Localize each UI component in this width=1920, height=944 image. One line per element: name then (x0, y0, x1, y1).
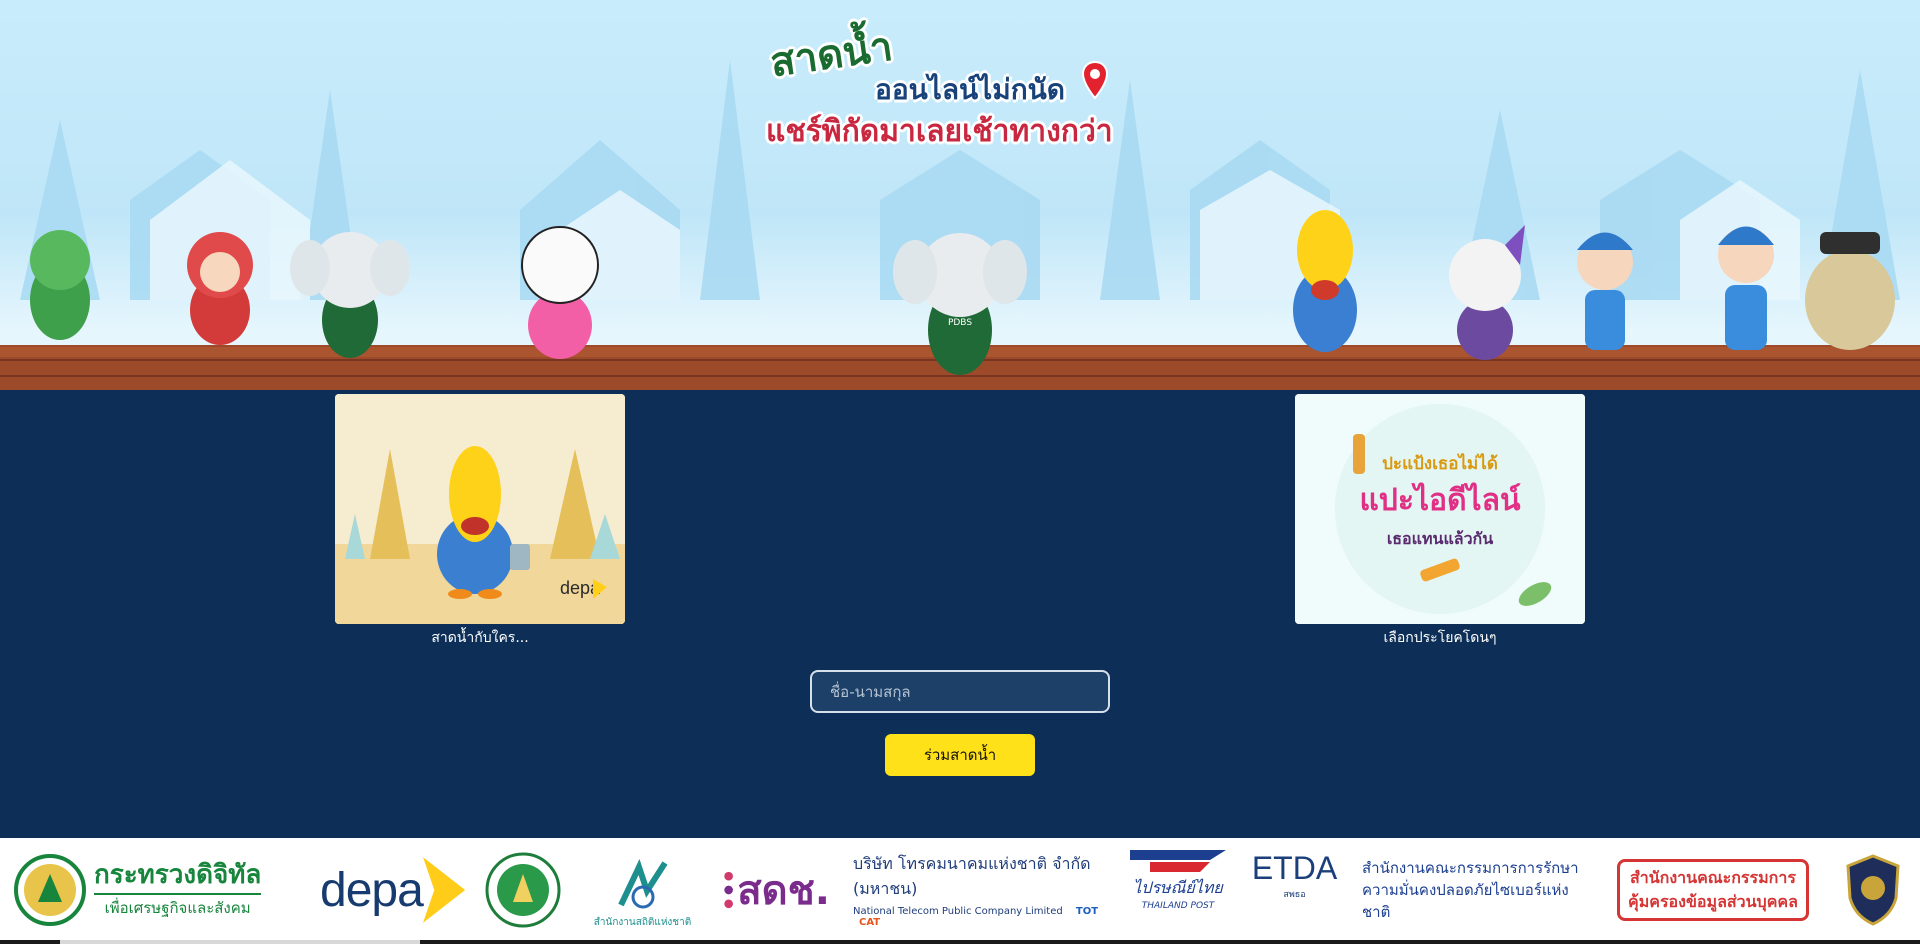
pdpc-line-1: สำนักงานคณะกรรมการ (1629, 868, 1796, 887)
police-shield-icon (1846, 854, 1900, 926)
tsri-wordmark: สดช. (737, 868, 830, 914)
title-line-3: แชร์พิกัดมาเลยเช้าทางกว่า (766, 114, 1113, 149)
royal-irrigation-seal (485, 850, 565, 930)
svg-text:เธอแทนแล้วกัน: เธอแทนแล้วกัน (1387, 529, 1493, 548)
nt-name-english: National Telecom Public Company Limited … (853, 906, 1103, 928)
choose-phrase-caption: เลือกประโยคโดนๆ (1383, 630, 1497, 646)
national-telecom-logo: บริษัท โทรคมนาคมแห่งชาติ จำกัด (มหาชน) N… (853, 850, 1103, 930)
mascot-yellow-duck (1293, 210, 1357, 352)
thailand-post-logo: ไปรษณีย์ไทย THAILAND POST (1128, 850, 1228, 930)
full-name-input[interactable] (810, 670, 1110, 713)
mdes-subtitle: เพื่อเศรษฐกิจและสังคม (94, 893, 262, 920)
choose-phrase-card[interactable]: ปะแป้งเธอไม่ได้ แปะไอดีไลน์ เธอแทนแล้วกั… (1295, 394, 1585, 624)
mdes-name: กระทรวงดิจิทัล (94, 860, 262, 890)
choose-friend-card[interactable]: depa (335, 394, 625, 624)
thailand-post-stripes-icon (1130, 850, 1226, 872)
partner-logo-footer: กระทรวงดิจิทัล เพื่อเศรษฐกิจและสังคม dep… (0, 838, 1920, 944)
etda-wordmark: ETDA (1251, 850, 1338, 886)
depa-wordmark: depa (320, 863, 424, 917)
mascot-green-character (30, 230, 90, 340)
mdes-logo: กระทรวงดิจิทัล เพื่อเศรษฐกิจและสังคม (14, 850, 299, 930)
location-pin-icon (1082, 60, 1108, 100)
mascot-bear (521, 226, 599, 359)
nso-logo: สำนักงานสถิติแห่งชาติ (585, 850, 700, 930)
nt-name-thai: บริษัท โทรคมนาคมแห่งชาติ จำกัด (มหาชน) (853, 854, 1091, 898)
pdpc-logo: สำนักงานคณะกรรมการ คุ้มครองข้อมูลส่วนบุค… (1617, 850, 1822, 930)
mdes-emblem-icon (14, 854, 86, 926)
duck-temple-illustration: depa (335, 394, 625, 624)
cyber-police-badge (1846, 850, 1902, 930)
cat-label: CAT (859, 917, 881, 928)
phrase-illustration: ปะแป้งเธอไม่ได้ แปะไอดีไลน์ เธอแทนแล้วกั… (1295, 394, 1585, 624)
mascot-elephant-left (290, 232, 410, 358)
tot-label: TOT (1075, 906, 1099, 917)
tsri-logo: สดช. (720, 850, 830, 930)
etda-logo: ETDA สพธอ (1252, 850, 1337, 930)
ncsa-logo: สำนักงานคณะกรรมการการรักษา ความมั่นคงปลอ… (1362, 850, 1592, 930)
event-title-artwork: สาดน้ำ ออนไลน์ไม่กนัด แชร์พิกัดมาเลยเช้า… (760, 8, 1120, 149)
post-name-thai: ไปรษณีย์ไทย (1133, 878, 1223, 897)
join-water-splash-button[interactable]: ร่วมสาดน้ำ (885, 734, 1035, 776)
seal-icon (485, 852, 561, 928)
etda-subtitle: สพธอ (1283, 890, 1306, 900)
footer-bottom-bar (0, 940, 1920, 944)
depa-logo: depa (320, 850, 465, 930)
depa-arrow-icon (422, 857, 465, 923)
choose-friend-caption: สาดน้ำกับใคร... (431, 630, 529, 646)
title-line-2: ออนไลน์ไม่กนัด (875, 73, 1065, 106)
svg-text:ปะแป้งเธอไม่ได้: ปะแป้งเธอไม่ได้ (1382, 453, 1498, 474)
post-name-english: THAILAND POST (1141, 901, 1215, 911)
nt-name-english-text: National Telecom Public Company Limited (853, 906, 1063, 917)
nso-name: สำนักงานสถิติแห่งชาติ (593, 917, 692, 928)
svg-text:แปะไอดีไลน์: แปะไอดีไลน์ (1359, 482, 1521, 518)
mascot-cat (1449, 225, 1525, 360)
header-banner: PDBS สาดน้ำ ออนไลน์ไม่กนัด แชร์พิกัดมาเล… (0, 0, 1920, 390)
mascot-red-helmet-character (187, 232, 253, 345)
pdpc-line-2: คุ้มครองข้อมูลส่วนบุคคล (1628, 892, 1798, 911)
svg-text:PDBS: PDBS (948, 318, 972, 328)
tsri-dots-icon (724, 871, 733, 909)
pdpc-box: สำนักงานคณะกรรมการ คุ้มครองข้อมูลส่วนบุค… (1617, 859, 1809, 921)
ncsa-line-1: สำนักงานคณะกรรมการการรักษา (1362, 859, 1579, 877)
nso-chart-icon (617, 858, 668, 909)
ncsa-line-2: ความมั่นคงปลอดภัยไซเบอร์แห่งชาติ (1362, 881, 1569, 921)
